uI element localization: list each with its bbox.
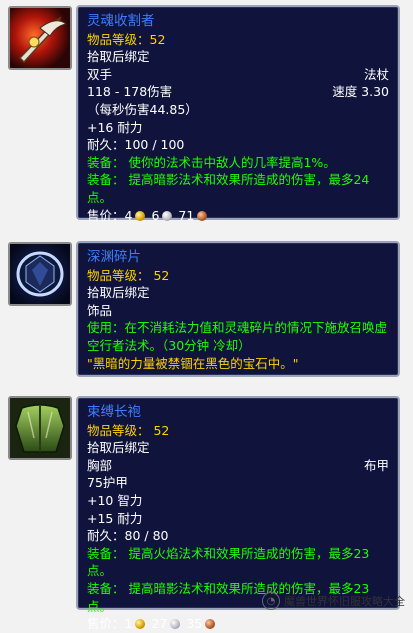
- silver-coin-icon: [162, 210, 173, 221]
- watermark-text: 魔兽世界怀旧服攻略大全: [284, 595, 405, 608]
- tooltip-abyss-shard: 深渊碎片 物品等级： 52 拾取后绑定 饰品 使用：在不消耗法力值和灵魂碎片的情…: [76, 241, 400, 377]
- item-name: 灵魂收割者: [87, 13, 155, 29]
- item-level: 物品等级： 52: [87, 422, 170, 438]
- durability-text: 耐久：80 / 80: [87, 528, 169, 544]
- stat-stamina: +15 耐力: [87, 510, 143, 526]
- dps-text: （每秒伤害44.85）: [87, 101, 198, 117]
- bound-robe-icon[interactable]: [8, 396, 72, 460]
- copper-coin-icon: [205, 619, 216, 630]
- damage-text: 118 - 178伤害: [87, 84, 173, 100]
- item-name: 束缚长袍: [87, 404, 141, 420]
- silver-amount: 27: [151, 616, 168, 632]
- abyss-shard-gem-icon[interactable]: [8, 242, 72, 306]
- gold-amount: 4: [124, 207, 133, 223]
- bind-text: 拾取后绑定: [87, 49, 150, 65]
- durability-text: 耐久：100 / 100: [87, 137, 185, 153]
- slot-right: 布甲: [363, 457, 389, 473]
- item-type: 饰品: [87, 302, 113, 318]
- watermark: ◔ 魔兽世界怀旧服攻略大全: [262, 592, 405, 610]
- stat-intellect: +10 智力: [87, 492, 143, 508]
- soul-harvester-staff-icon[interactable]: [8, 6, 72, 70]
- price-label: 售价：: [87, 616, 125, 632]
- copper-amount: 35: [186, 616, 203, 632]
- slot-left: 胸部: [87, 457, 113, 473]
- slot-left: 双手: [87, 66, 113, 82]
- use-effect: 使用：在不消耗法力值和灵魂碎片的情况下施放召唤虚空行者法术。（30分钟 冷却）: [87, 320, 388, 353]
- copper-amount: 71: [178, 207, 195, 223]
- tooltip-bound-robe: 束缚长袍 物品等级： 52 拾取后绑定 胸部 布甲 75护甲 +10 智力 +15…: [76, 396, 400, 631]
- bind-text: 拾取后绑定: [87, 440, 150, 456]
- silver-amount: 6: [151, 207, 160, 223]
- item-level: 物品等级：52: [87, 31, 166, 47]
- speed-text: 速度 3.30: [332, 84, 389, 100]
- bind-text: 拾取后绑定: [87, 285, 150, 301]
- gold-coin-icon: [135, 619, 146, 630]
- equip-effect-1: 装备： 使你的法术击中敌人的几率提高1%。: [87, 154, 336, 170]
- armor-text: 75护甲: [87, 475, 128, 491]
- equip-effect-1: 装备： 提高火焰法术和效果所造成的伤害，最多23点。: [87, 545, 370, 579]
- gold-coin-icon: [135, 210, 146, 221]
- stat-stamina: +16 耐力: [87, 119, 143, 135]
- item-level: 物品等级： 52: [87, 267, 170, 283]
- price-label: 售价：: [87, 207, 125, 223]
- silver-coin-icon: [170, 619, 181, 630]
- sell-price: 售价：4 6 71: [87, 207, 389, 225]
- equip-effect-2: 装备： 提高暗影法术和效果所造成的伤害，最多24点。: [87, 172, 370, 205]
- slot-right: 法杖: [363, 66, 389, 82]
- copper-coin-icon: [197, 210, 208, 221]
- gold-amount: 1: [124, 616, 133, 632]
- wechat-logo-icon: ◔: [262, 592, 280, 610]
- item-name: 深渊碎片: [87, 249, 141, 265]
- flavor-text: "黑暗的力量被禁锢在黑色的宝石中。": [87, 355, 299, 371]
- tooltip-soul-harvester: 灵魂收割者 物品等级：52 拾取后绑定 双手 法杖 118 - 178伤害 速度 3…: [76, 5, 400, 223]
